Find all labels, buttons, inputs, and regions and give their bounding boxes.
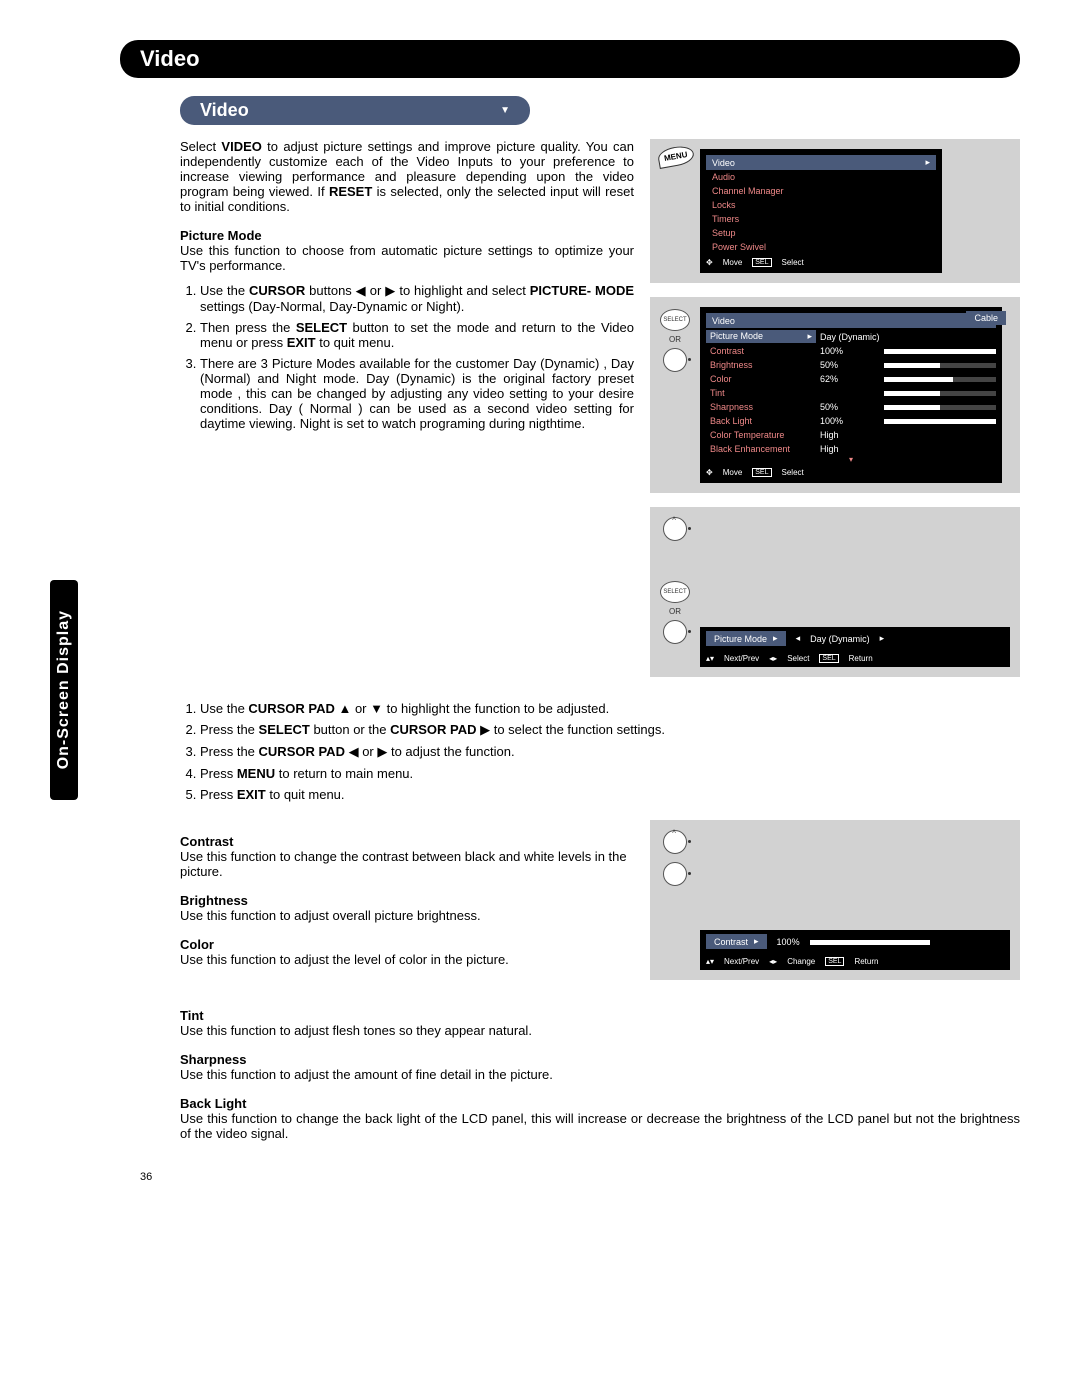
picture-mode-heading: Picture Mode: [180, 228, 634, 243]
gen-step-1: Use the CURSOR PAD ▲ or ▼ to highlight t…: [200, 701, 1020, 716]
osd-row-value: 100%: [820, 416, 880, 426]
osd-row-bar: [884, 363, 996, 368]
osd-row-value: 50%: [820, 402, 880, 412]
sharpness-desc: Use this function to adjust the amount o…: [180, 1067, 1020, 1082]
osd-menu-item: Setup: [706, 226, 936, 240]
cursor-pad-up-icon: ˄: [663, 830, 687, 854]
down-triangle-icon: ▼: [500, 105, 510, 116]
osd-row-label: Sharpness: [706, 401, 816, 413]
brightness-desc: Use this function to adjust overall pict…: [180, 908, 634, 923]
osd-row-label: Tint: [706, 387, 816, 399]
color-desc: Use this function to adjust the level of…: [180, 952, 634, 967]
gen-step-5: Press EXIT to quit menu.: [200, 787, 1020, 802]
osd-row-value: 100%: [820, 346, 880, 356]
osd-panel-video-settings: SELECT OR Cable Video▾ Picture Mode ▸Day…: [650, 297, 1020, 493]
tint-heading: Tint: [180, 1008, 1020, 1023]
pm-step-3: There are 3 Picture Modes available for …: [200, 356, 634, 431]
osd-menu-item: Locks: [706, 198, 936, 212]
sub-title-text: Video: [200, 100, 249, 121]
backlight-desc: Use this function to change the back lig…: [180, 1111, 1020, 1141]
cursor-pad-icon: [663, 862, 687, 886]
osd-row-value: 62%: [820, 374, 880, 384]
osd-menu-item: Timers: [706, 212, 936, 226]
osd-row-value: High: [820, 444, 880, 454]
osd-row-label: Black Enhancement: [706, 443, 816, 455]
cursor-pad-up-icon: ˄: [663, 517, 687, 541]
osd-row-bar: [884, 405, 996, 410]
osd-menu-item: Channel Manager: [706, 184, 936, 198]
pm-step-2: Then press the SELECT button to set the …: [200, 320, 634, 350]
osd-row-value: 50%: [820, 360, 880, 370]
sharpness-heading: Sharpness: [180, 1052, 1020, 1067]
page-number: 36: [140, 1171, 1020, 1183]
osd-row-value: Day (Dynamic): [820, 332, 880, 342]
osd-row-value: High: [820, 430, 880, 440]
osd-row-bar: [884, 391, 996, 396]
osd-panel-picture-mode: ˄ SELECT OR Picture Mode▸ ◂Day (Dynamic)…: [650, 507, 1020, 677]
picture-mode-steps: Use the CURSOR buttons ◀ or ▶ to highlig…: [180, 283, 634, 431]
backlight-heading: Back Light: [180, 1096, 1020, 1111]
or-label: OR: [656, 335, 694, 344]
pm-step-1: Use the CURSOR buttons ◀ or ▶ to highlig…: [200, 283, 634, 314]
brightness-heading: Brightness: [180, 893, 634, 908]
side-tab-label: On-Screen Display: [55, 610, 73, 769]
picture-mode-desc: Use this function to choose from automat…: [180, 243, 634, 273]
menu-badge: MENU: [657, 144, 695, 169]
osd-panel-contrast: ˄ Contrast▸ 100% ▴▾Next/Prev ◂▸Change SE…: [650, 820, 1020, 980]
gen-step-2: Press the SELECT button or the CURSOR PA…: [200, 722, 1020, 738]
osd-panel-main-menu: MENU Video▸AudioChannel ManagerLocksTime…: [650, 139, 1020, 283]
select-button-icon: SELECT: [660, 309, 690, 331]
section-title: Video: [120, 40, 1020, 78]
osd-row-label: Brightness: [706, 359, 816, 371]
osd-menu-item: Video▸: [706, 155, 936, 170]
tint-desc: Use this function to adjust flesh tones …: [180, 1023, 1020, 1038]
gen-step-4: Press MENU to return to main menu.: [200, 766, 1020, 781]
osd-row-bar: [884, 419, 996, 424]
osd-row-bar: [884, 377, 996, 382]
sub-title: Video ▼: [180, 96, 530, 125]
side-tab: On-Screen Display: [50, 580, 78, 800]
cursor-pad-icon: [663, 620, 687, 644]
osd-row-bar: [884, 349, 996, 354]
gen-step-3: Press the CURSOR PAD ◀ or ▶ to adjust th…: [200, 744, 1020, 760]
osd-row-label: Back Light: [706, 415, 816, 427]
cursor-pad-icon: [663, 348, 687, 372]
general-steps: Use the CURSOR PAD ▲ or ▼ to highlight t…: [180, 701, 1020, 802]
cable-badge: Cable: [966, 311, 1006, 325]
contrast-desc: Use this function to change the contrast…: [180, 849, 634, 879]
or-label: OR: [656, 607, 694, 616]
osd-row-label: Color: [706, 373, 816, 385]
contrast-heading: Contrast: [180, 834, 634, 849]
color-heading: Color: [180, 937, 634, 952]
intro-paragraph: Select VIDEO to adjust picture settings …: [180, 139, 634, 214]
osd-row-label: Contrast: [706, 345, 816, 357]
osd-row-label: Color Temperature: [706, 429, 816, 441]
select-button-icon: SELECT: [660, 581, 690, 603]
osd-menu-item: Audio: [706, 170, 936, 184]
osd-row-label: Picture Mode ▸: [706, 330, 816, 343]
osd-menu-item: Power Swivel: [706, 240, 936, 254]
